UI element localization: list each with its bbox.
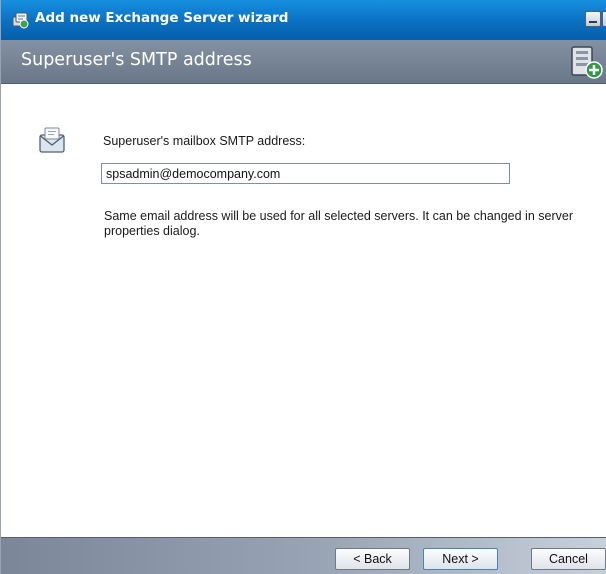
next-button[interactable]: Next > [423, 548, 498, 570]
smtp-address-input[interactable] [101, 163, 510, 184]
title-bar[interactable]: Add new Exchange Server wizard [1, 0, 606, 40]
info-note: Same email address will be used for all … [104, 209, 573, 238]
wizard-window: Add new Exchange Server wizard Superuser… [0, 0, 606, 574]
page-title: Superuser's SMTP address [21, 50, 252, 70]
back-button[interactable]: < Back [335, 548, 410, 570]
cancel-button[interactable]: Cancel [531, 548, 606, 570]
exchange-app-icon [12, 12, 29, 29]
smtp-address-label: Superuser's mailbox SMTP address: [103, 134, 306, 148]
server-add-icon [571, 46, 603, 79]
mailbox-icon [39, 127, 65, 153]
wizard-footer: < Back Next > Cancel [1, 537, 606, 574]
wizard-header: Superuser's SMTP address [1, 40, 606, 84]
window-title: Add new Exchange Server wizard [35, 10, 289, 26]
minimize-button[interactable] [585, 11, 601, 27]
close-button[interactable] [602, 9, 606, 27]
